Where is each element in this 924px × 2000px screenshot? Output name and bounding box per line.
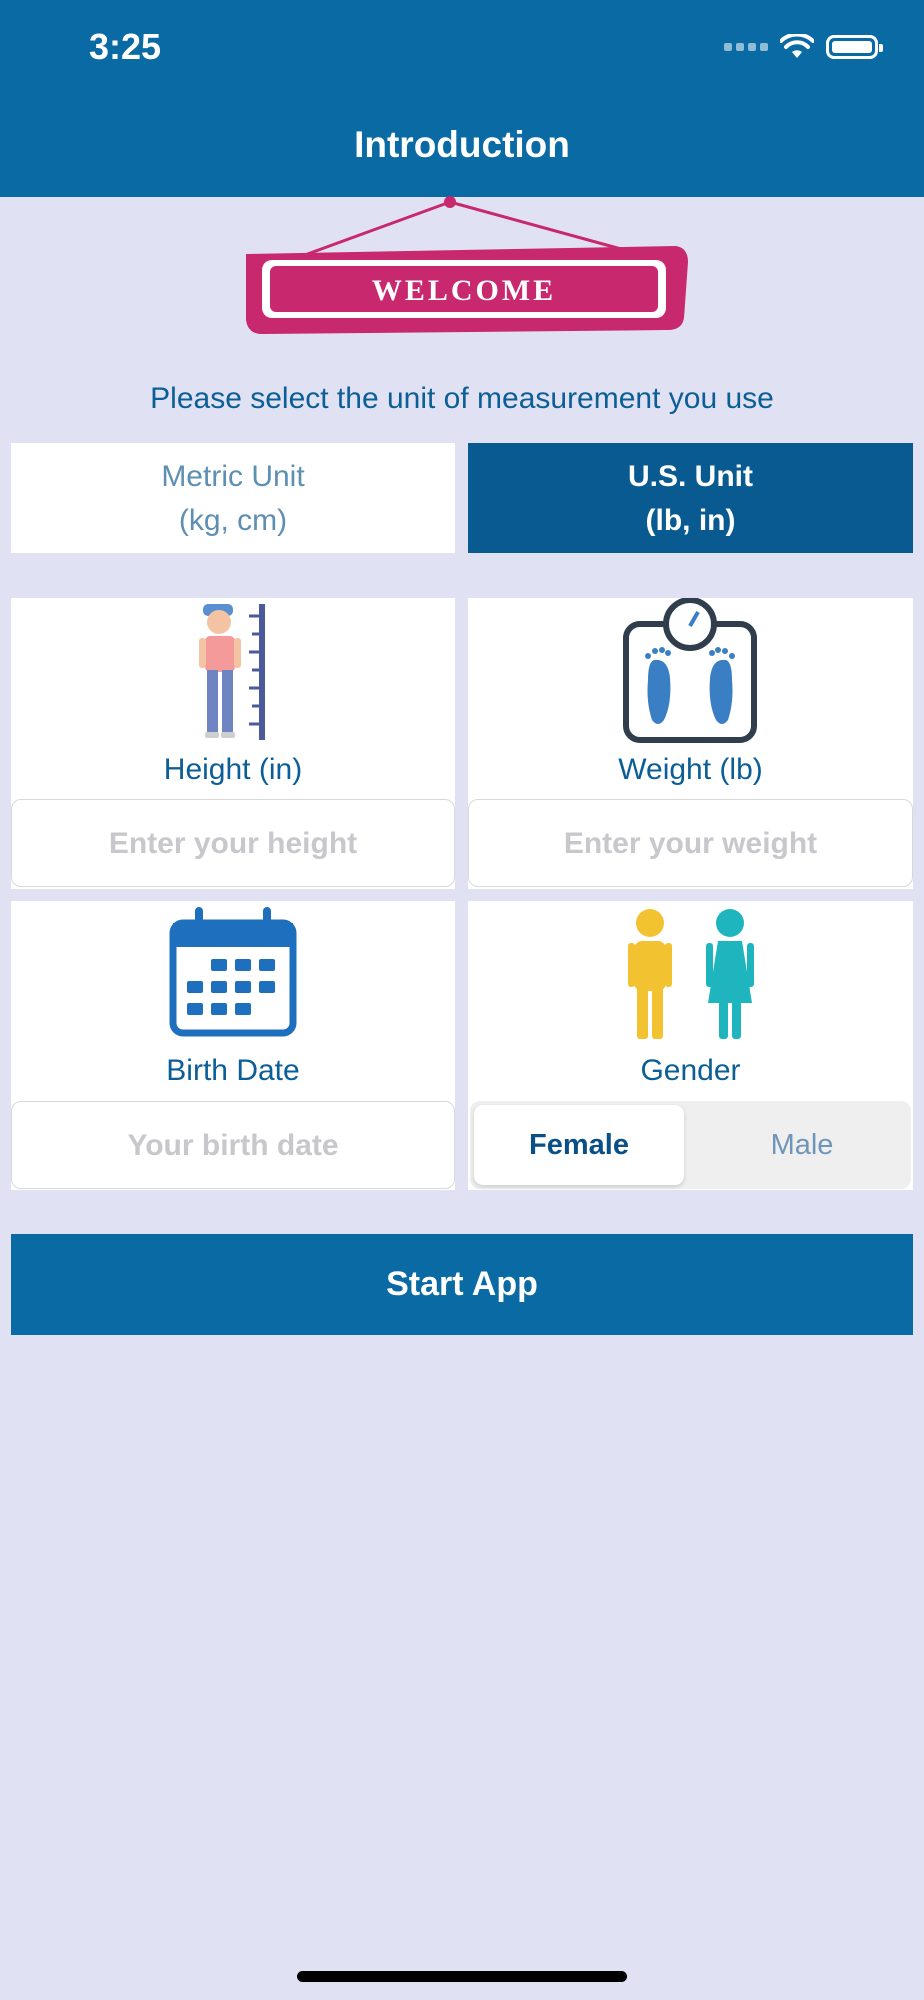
home-indicator[interactable]	[297, 1971, 627, 1982]
page-title: Introduction	[354, 124, 570, 165]
gender-option-female[interactable]: Female	[474, 1105, 684, 1185]
metric-unit-button[interactable]: Metric Unit (kg, cm)	[11, 443, 455, 553]
unit-prompt: Please select the unit of measurement yo…	[150, 382, 774, 415]
birth-date-input[interactable]: Your birth date	[11, 1101, 455, 1189]
height-measure-icon	[199, 604, 265, 740]
us-unit-label: U.S. Unit	[628, 460, 753, 493]
height-label: Height (in)	[163, 753, 303, 786]
metric-unit-sublabel: (kg, cm)	[178, 504, 288, 537]
metric-unit-label: Metric Unit	[161, 460, 305, 493]
status-icons	[724, 34, 883, 60]
nav-header: 3:25 Introduction	[0, 0, 924, 197]
status-time: 3:25	[89, 26, 162, 67]
gender-segmented-control: Female Male	[470, 1101, 911, 1189]
cellular-signal-icon	[724, 43, 768, 51]
weight-label: Weight (lb)	[618, 753, 763, 786]
wifi-icon	[780, 34, 814, 58]
gender-option-male[interactable]: Male	[697, 1105, 907, 1185]
weight-card: Weight (lb) Enter your weight	[468, 598, 913, 889]
us-unit-sublabel: (lb, in)	[645, 504, 736, 537]
start-app-button[interactable]: Start App	[11, 1234, 913, 1335]
weight-input[interactable]: Enter your weight	[468, 799, 913, 887]
gender-card: Gender Female Male	[468, 901, 913, 1190]
birth-date-card: Birth Date Your birth date	[11, 901, 455, 1190]
gender-label: Gender	[640, 1054, 741, 1087]
us-unit-button[interactable]: U.S. Unit (lb, in)	[468, 443, 913, 553]
calendar-icon	[169, 907, 297, 1037]
welcome-sign-image: WELCOME	[246, 196, 688, 334]
battery-icon	[826, 35, 883, 59]
scale-icon	[623, 598, 757, 743]
welcome-banner-text: WELCOME	[372, 274, 556, 307]
gender-people-icon	[628, 909, 754, 1039]
height-input[interactable]: Enter your height	[11, 799, 455, 887]
birth-date-label: Birth Date	[166, 1054, 300, 1087]
height-card: Height (in) Enter your height	[11, 598, 455, 889]
